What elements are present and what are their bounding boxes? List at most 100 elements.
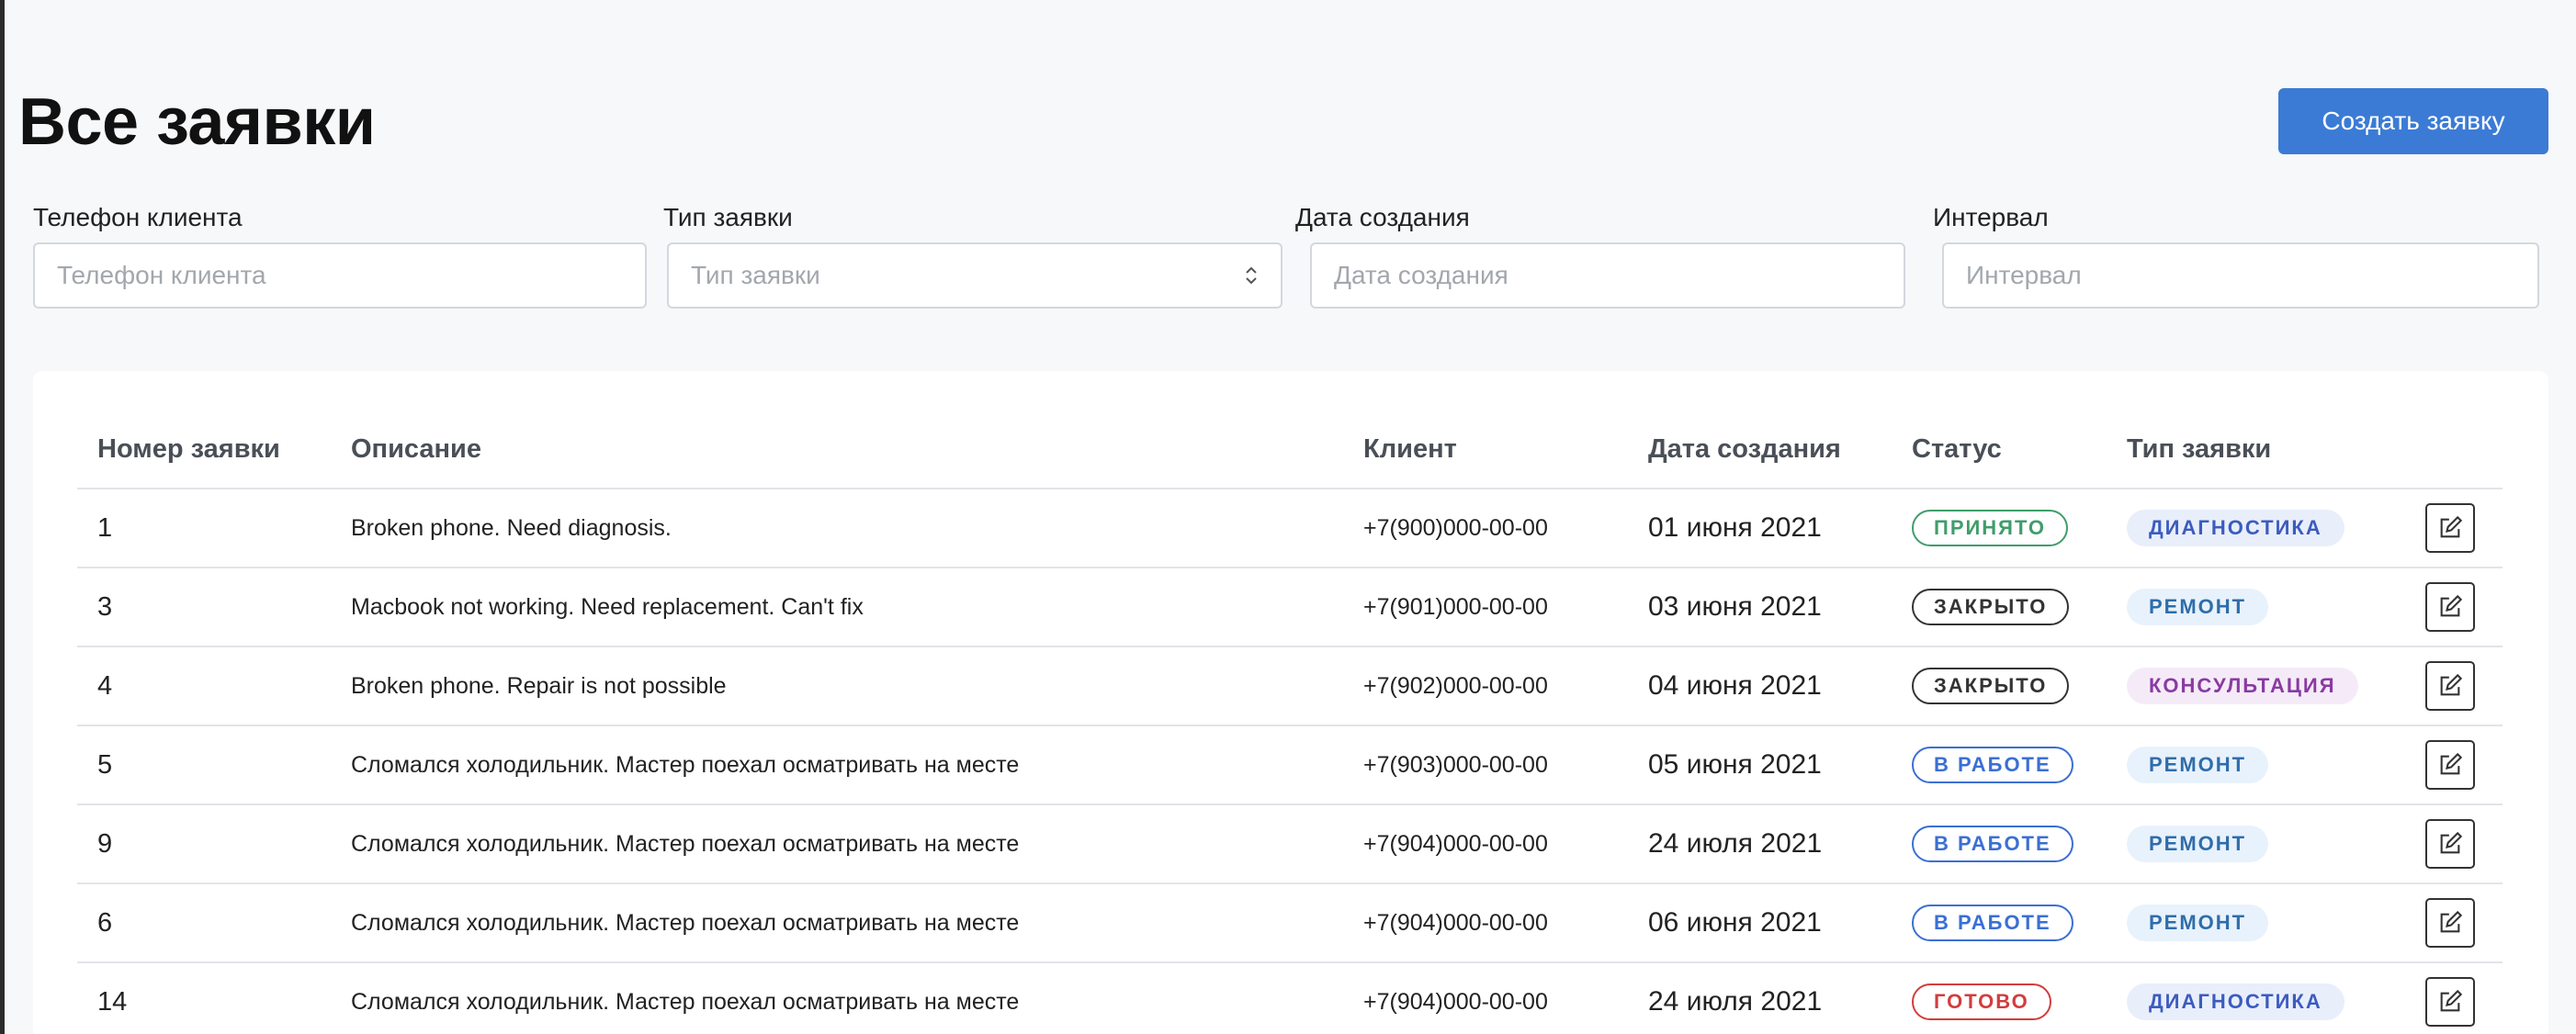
status-badge: В РАБОТЕ bbox=[1912, 905, 2073, 941]
table-row[interactable]: 3 Macbook not working. Need replacement.… bbox=[77, 568, 2503, 647]
header-num: Номер заявки bbox=[77, 411, 331, 489]
cell-actions bbox=[2405, 962, 2503, 1034]
create-request-button[interactable]: Создать заявку bbox=[2278, 88, 2548, 154]
edit-button[interactable] bbox=[2425, 977, 2475, 1027]
cell-type: ДИАГНОСТИКА bbox=[2107, 962, 2405, 1034]
filter-type: Тип заявки Тип заявки bbox=[649, 200, 1282, 309]
cell-num: 3 bbox=[77, 568, 331, 647]
cell-description: Сломался холодильник. Мастер поехал осма… bbox=[331, 962, 1343, 1034]
requests-table: Номер заявки Описание Клиент Дата создан… bbox=[77, 411, 2503, 1034]
edit-icon bbox=[2440, 515, 2463, 538]
filter-phone-label: Телефон клиента bbox=[33, 203, 243, 231]
edit-button[interactable] bbox=[2425, 582, 2475, 632]
cell-type: КОНСУЛЬТАЦИЯ bbox=[2107, 646, 2405, 726]
cell-description: Сломался холодильник. Мастер поехал осма… bbox=[331, 804, 1343, 884]
cell-actions bbox=[2405, 489, 2503, 568]
chevron-updown-icon bbox=[1244, 264, 1259, 287]
table-row[interactable]: 14 Сломался холодильник. Мастер поехал о… bbox=[77, 962, 2503, 1034]
cell-actions bbox=[2405, 725, 2503, 805]
cell-status: В РАБОТЕ bbox=[1892, 804, 2107, 884]
cell-status: ПРИНЯТО bbox=[1892, 489, 2107, 568]
table-row[interactable]: 9 Сломался холодильник. Мастер поехал ос… bbox=[77, 804, 2503, 884]
cell-status: ЗАКРЫТО bbox=[1892, 568, 2107, 647]
cell-created: 04 июня 2021 bbox=[1628, 646, 1892, 726]
interval-input[interactable] bbox=[1942, 242, 2539, 309]
header-created: Дата создания bbox=[1628, 411, 1892, 489]
table-row[interactable]: 5 Сломался холодильник. Мастер поехал ос… bbox=[77, 725, 2503, 805]
edit-icon bbox=[2440, 831, 2463, 854]
cell-num: 6 bbox=[77, 883, 331, 963]
cell-status: В РАБОТЕ bbox=[1892, 883, 2107, 963]
type-select-placeholder: Тип заявки bbox=[691, 261, 820, 289]
cell-status: В РАБОТЕ bbox=[1892, 725, 2107, 805]
page-title: Все заявки bbox=[18, 85, 376, 159]
cell-actions bbox=[2405, 568, 2503, 647]
status-badge: ГОТОВО bbox=[1912, 983, 2051, 1020]
cell-actions bbox=[2405, 883, 2503, 963]
edit-icon bbox=[2440, 673, 2463, 696]
cell-actions bbox=[2405, 646, 2503, 726]
edit-button[interactable] bbox=[2425, 661, 2475, 711]
cell-type: РЕМОНТ bbox=[2107, 883, 2405, 963]
table-row[interactable]: 4 Broken phone. Repair is not possible +… bbox=[77, 646, 2503, 726]
cell-status: ГОТОВО bbox=[1892, 962, 2107, 1034]
filter-interval-label: Интервал bbox=[1933, 203, 2049, 231]
cell-num: 9 bbox=[77, 804, 331, 884]
cell-client: +7(904)000-00-00 bbox=[1343, 883, 1628, 963]
status-badge: ПРИНЯТО bbox=[1912, 510, 2069, 546]
cell-created: 05 июня 2021 bbox=[1628, 725, 1892, 805]
filter-date-label: Дата создания bbox=[1295, 203, 1470, 231]
cell-type: РЕМОНТ bbox=[2107, 804, 2405, 884]
cell-created: 24 июля 2021 bbox=[1628, 962, 1892, 1034]
cell-description: Broken phone. Repair is not possible bbox=[331, 646, 1343, 726]
cell-num: 4 bbox=[77, 646, 331, 726]
filter-type-label: Тип заявки bbox=[663, 203, 793, 231]
cell-description: Broken phone. Need diagnosis. bbox=[331, 489, 1343, 568]
cell-description: Сломался холодильник. Мастер поехал осма… bbox=[331, 883, 1343, 963]
edit-button[interactable] bbox=[2425, 819, 2475, 869]
cell-type: РЕМОНТ bbox=[2107, 568, 2405, 647]
cell-description: Macbook not working. Need replacement. C… bbox=[331, 568, 1343, 647]
cell-client: +7(902)000-00-00 bbox=[1343, 646, 1628, 726]
type-badge: ДИАГНОСТИКА bbox=[2127, 510, 2344, 546]
cell-client: +7(900)000-00-00 bbox=[1343, 489, 1628, 568]
header-type: Тип заявки bbox=[2107, 411, 2405, 489]
filter-interval: Интервал bbox=[1918, 200, 2539, 309]
date-input[interactable] bbox=[1310, 242, 1905, 309]
header-status: Статус bbox=[1892, 411, 2107, 489]
table-header-row: Номер заявки Описание Клиент Дата создан… bbox=[77, 411, 2503, 489]
header-client: Клиент bbox=[1343, 411, 1628, 489]
type-badge: ДИАГНОСТИКА bbox=[2127, 983, 2344, 1020]
window-edge bbox=[0, 0, 5, 1034]
cell-created: 01 июня 2021 bbox=[1628, 489, 1892, 568]
status-badge: В РАБОТЕ bbox=[1912, 826, 2073, 862]
status-badge: ЗАКРЫТО bbox=[1912, 589, 2070, 625]
status-badge: В РАБОТЕ bbox=[1912, 747, 2073, 783]
edit-icon bbox=[2440, 989, 2463, 1012]
type-badge: КОНСУЛЬТАЦИЯ bbox=[2127, 668, 2358, 704]
cell-description: Сломался холодильник. Мастер поехал осма… bbox=[331, 725, 1343, 805]
edit-button[interactable] bbox=[2425, 503, 2475, 553]
cell-created: 06 июня 2021 bbox=[1628, 883, 1892, 963]
type-badge: РЕМОНТ bbox=[2127, 589, 2269, 625]
filter-date: Дата создания bbox=[1281, 200, 1905, 309]
cell-num: 14 bbox=[77, 962, 331, 1034]
header-description: Описание bbox=[331, 411, 1343, 489]
table-row[interactable]: 1 Broken phone. Need diagnosis. +7(900)0… bbox=[77, 489, 2503, 568]
cell-status: ЗАКРЫТО bbox=[1892, 646, 2107, 726]
filter-phone: Телефон клиента bbox=[18, 200, 647, 309]
cell-created: 24 июля 2021 bbox=[1628, 804, 1892, 884]
edit-icon bbox=[2440, 910, 2463, 933]
edit-button[interactable] bbox=[2425, 740, 2475, 790]
table-row[interactable]: 6 Сломался холодильник. Мастер поехал ос… bbox=[77, 883, 2503, 963]
header-actions bbox=[2405, 411, 2503, 489]
cell-num: 5 bbox=[77, 725, 331, 805]
edit-icon bbox=[2440, 752, 2463, 775]
edit-button[interactable] bbox=[2425, 898, 2475, 948]
requests-panel: Номер заявки Описание Клиент Дата создан… bbox=[33, 371, 2548, 1034]
phone-input[interactable] bbox=[33, 242, 647, 309]
cell-client: +7(901)000-00-00 bbox=[1343, 568, 1628, 647]
type-select[interactable]: Тип заявки bbox=[667, 242, 1282, 309]
cell-actions bbox=[2405, 804, 2503, 884]
cell-created: 03 июня 2021 bbox=[1628, 568, 1892, 647]
